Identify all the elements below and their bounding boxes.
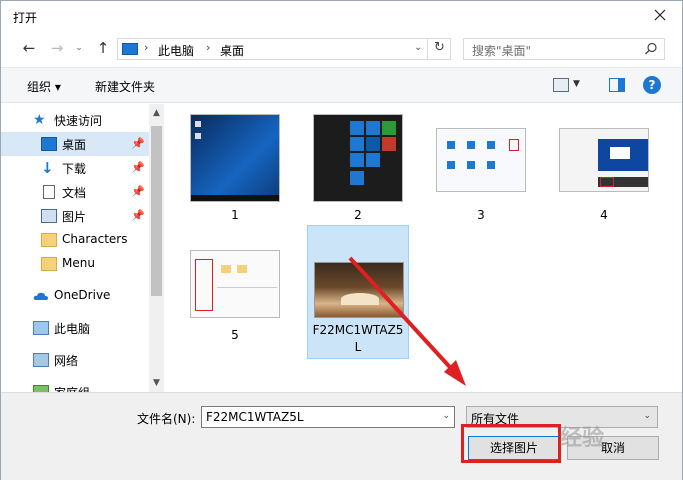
nav-item-this-pc[interactable]: 此电脑 <box>1 316 149 340</box>
dialog-title: 打开 <box>13 11 38 25</box>
breadcrumb-this-pc[interactable]: 此电脑 <box>158 42 194 59</box>
picture-icon <box>41 209 57 223</box>
chevron-down-icon[interactable]: ⌄ <box>414 42 422 53</box>
filename-label: 文件名(N): <box>137 412 196 426</box>
file-thumbnail <box>314 262 404 318</box>
chevron-right-icon[interactable]: › <box>144 41 148 54</box>
nav-item-onedrive[interactable]: OneDrive <box>1 284 149 308</box>
computer-icon <box>33 321 49 335</box>
file-name: 5 <box>231 328 239 342</box>
filename-input[interactable]: F22MC1WTAZ5L ⌄ <box>201 406 455 428</box>
highlight-box <box>461 424 561 463</box>
folder-icon <box>41 257 57 271</box>
nav-item-downloads[interactable]: ↓ 下载 📌 <box>1 156 149 180</box>
nav-item-label: 快速访问 <box>54 114 103 128</box>
watermark: 经验 <box>560 426 605 451</box>
nav-item-label: 此电脑 <box>54 322 91 336</box>
file-item-selected[interactable]: F22MC1WTAZ5L <box>307 225 409 359</box>
nav-item-label: OneDrive <box>54 288 111 302</box>
scroll-down-icon[interactable]: ▼ <box>149 376 164 390</box>
refresh-icon[interactable]: ↻ <box>427 38 451 60</box>
navigation-row: ← → ⌄ ↑ › 此电脑 › 桌面 ⌄ ↻ 搜索"桌面" <box>1 31 682 67</box>
nav-item-pictures[interactable]: 图片 📌 <box>1 204 149 228</box>
search-input[interactable]: 搜索"桌面" <box>463 38 665 60</box>
file-name: 4 <box>600 208 608 222</box>
file-name: 1 <box>231 208 239 222</box>
chevron-right-icon[interactable]: › <box>206 41 210 54</box>
command-toolbar: 组织 ▾ 新建文件夹 ▼ ? <box>1 67 682 103</box>
nav-item-homegroup[interactable]: 家庭组 <box>1 380 149 392</box>
scroll-up-icon[interactable]: ▲ <box>149 106 164 120</box>
search-placeholder: 搜索"桌面" <box>472 44 532 58</box>
title-bar: 打开 <box>1 1 682 31</box>
pin-icon[interactable]: 📌 <box>131 185 145 198</box>
nav-pane-scrollbar[interactable]: ▲ ▼ <box>149 104 164 392</box>
document-icon <box>43 185 55 199</box>
filename-value: F22MC1WTAZ5L <box>206 410 304 424</box>
file-thumbnail <box>559 128 649 192</box>
file-name: 2 <box>354 208 362 222</box>
view-mode-icon[interactable] <box>553 78 569 92</box>
file-item-2[interactable]: 2 <box>307 108 409 228</box>
nav-item-label: 家庭组 <box>54 384 90 392</box>
up-arrow-icon[interactable]: ↑ <box>95 40 111 56</box>
chevron-down-icon[interactable]: ⌄ <box>442 411 450 421</box>
nav-item-menu[interactable]: Menu <box>1 252 149 276</box>
breadcrumb-desktop[interactable]: 桌面 <box>220 42 244 59</box>
nav-item-label: Characters <box>62 232 128 246</box>
search-icon[interactable] <box>644 42 658 56</box>
nav-item-label: 图片 <box>62 210 87 224</box>
file-item-3[interactable]: 3 <box>430 108 532 228</box>
open-file-dialog: 打开 ← → ⌄ ↑ › 此电脑 › 桌面 ⌄ ↻ 搜索"桌面" 组织 ▾ 新建… <box>0 0 683 480</box>
scrollbar-thumb[interactable] <box>151 126 162 296</box>
recent-dropdown-icon[interactable]: ⌄ <box>71 40 87 56</box>
star-icon: ★ <box>33 112 46 128</box>
navigation-pane: ★ 快速访问 桌面 📌 ↓ 下载 📌 文档 📌 图片 📌 Characters <box>1 104 164 392</box>
nav-item-network[interactable]: 网络 <box>1 348 149 372</box>
nav-item-characters[interactable]: Characters <box>1 228 149 252</box>
cloud-icon <box>33 292 48 300</box>
file-thumbnail <box>190 250 280 318</box>
nav-item-label: Menu <box>62 256 95 270</box>
pin-icon[interactable]: 📌 <box>131 161 145 174</box>
pin-icon[interactable]: 📌 <box>131 209 145 222</box>
forward-arrow-icon[interactable]: → <box>49 40 65 56</box>
download-icon: ↓ <box>41 159 54 177</box>
nav-item-label: 下载 <box>62 162 87 176</box>
file-thumbnail <box>436 128 526 192</box>
nav-item-documents[interactable]: 文档 📌 <box>1 180 149 204</box>
file-name: 3 <box>477 208 485 222</box>
back-arrow-icon[interactable]: ← <box>21 40 37 56</box>
preview-pane-icon[interactable] <box>609 78 625 92</box>
new-folder-button[interactable]: 新建文件夹 <box>95 78 155 95</box>
chevron-down-icon[interactable]: ⌄ <box>643 411 651 421</box>
desktop-icon <box>41 137 57 151</box>
nav-item-desktop[interactable]: 桌面 📌 <box>1 132 149 156</box>
file-list: 1 2 3 4 5 F22MC1WTAZ5L <box>164 104 682 392</box>
file-thumbnail <box>190 114 280 202</box>
homegroup-icon <box>33 385 49 392</box>
nav-item-quick-access[interactable]: ★ 快速访问 <box>1 108 149 132</box>
file-item-1[interactable]: 1 <box>184 108 286 228</box>
computer-icon <box>122 43 138 55</box>
file-item-4[interactable]: 4 <box>553 108 655 228</box>
chevron-down-icon[interactable]: ▼ <box>573 79 580 89</box>
folder-icon <box>41 233 57 247</box>
nav-item-label: 网络 <box>54 354 79 368</box>
pin-icon[interactable]: 📌 <box>131 137 145 150</box>
help-icon[interactable]: ? <box>643 76 661 94</box>
close-icon[interactable] <box>652 7 668 23</box>
nav-item-label: 桌面 <box>62 138 87 152</box>
nav-item-label: 文档 <box>62 186 87 200</box>
address-bar[interactable]: › 此电脑 › 桌面 ⌄ <box>117 38 451 60</box>
file-item-5[interactable]: 5 <box>184 228 286 348</box>
file-thumbnail <box>313 114 403 202</box>
file-name: F22MC1WTAZ5L <box>312 323 404 354</box>
organize-button[interactable]: 组织 ▾ <box>27 78 61 95</box>
network-icon <box>33 353 49 367</box>
